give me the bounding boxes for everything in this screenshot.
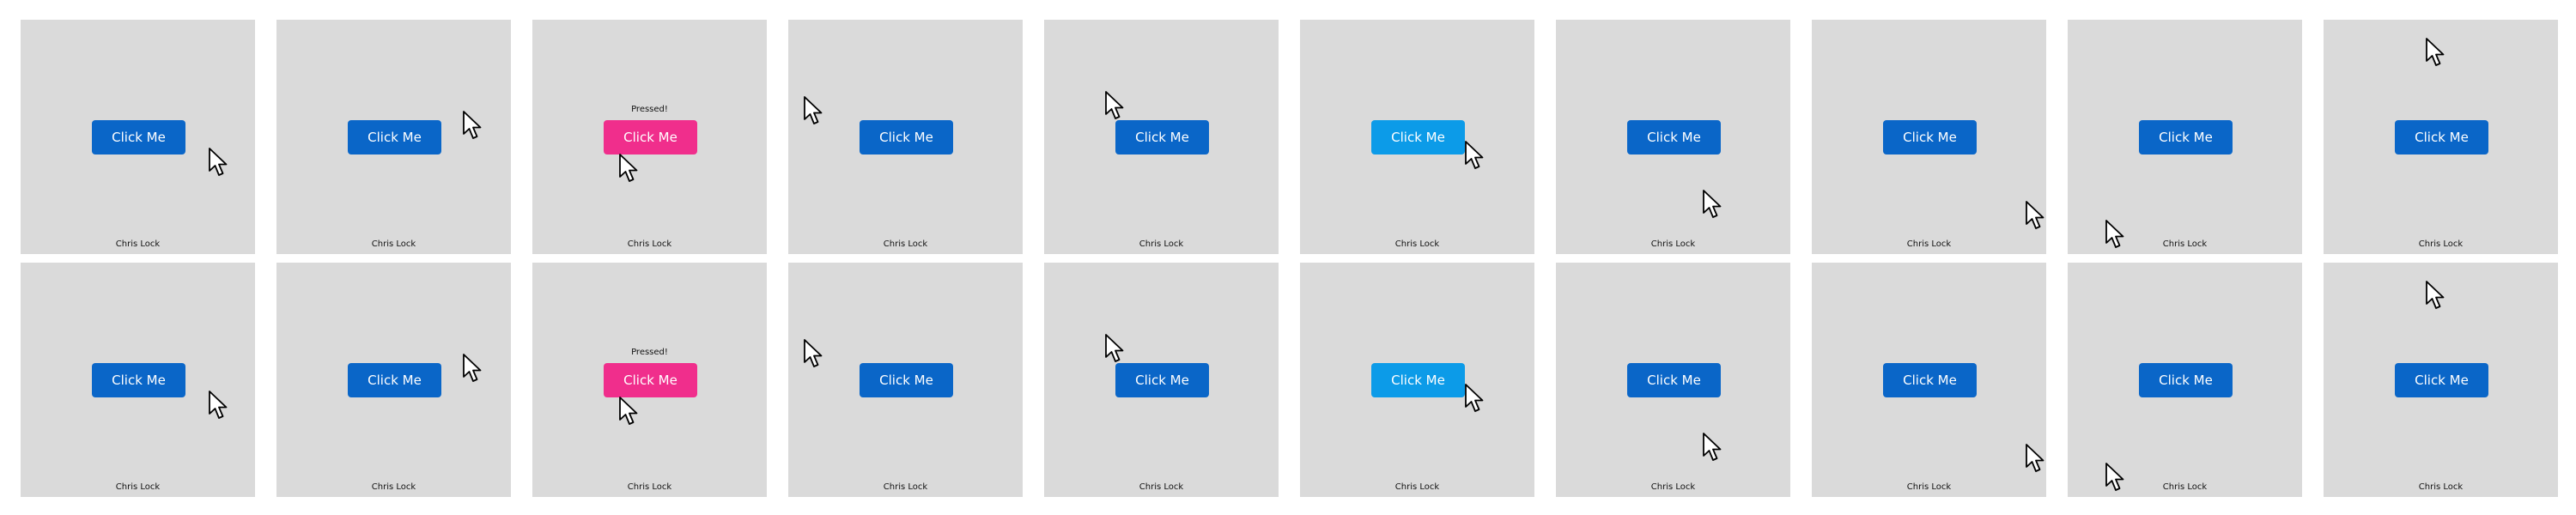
- author-credit: Chris Lock: [1394, 482, 1440, 492]
- click-me-button[interactable]: Click Me: [1883, 363, 1977, 397]
- arrow-pointer-icon: [803, 95, 823, 126]
- animation-frame: Click Me Chris Lock: [1044, 20, 1279, 254]
- arrow-pointer-icon: [208, 147, 228, 178]
- author-credit: Chris Lock: [1650, 482, 1696, 492]
- animation-frame: Click Me Chris Lock: [2068, 263, 2302, 497]
- arrow-pointer-icon: [2425, 37, 2445, 68]
- animation-frame: Click Me Chris Lock: [276, 263, 511, 497]
- click-me-button[interactable]: Click Me: [2139, 120, 2233, 154]
- animation-frame: Click Me Chris Lock: [1300, 263, 1534, 497]
- author-credit: Chris Lock: [2162, 482, 2208, 492]
- animation-frame: Click Me Chris Lock: [788, 20, 1023, 254]
- animation-frame: Click Me Chris Lock: [2324, 20, 2558, 254]
- click-me-button[interactable]: Click Me: [348, 363, 441, 397]
- arrow-pointer-icon: [618, 396, 639, 427]
- click-me-button[interactable]: Click Me: [860, 363, 953, 397]
- click-me-button[interactable]: Click Me: [1371, 363, 1465, 397]
- click-me-button[interactable]: Click Me: [92, 363, 185, 397]
- animation-frame: Pressed! Click Me Chris Lock: [532, 20, 767, 254]
- animation-frame: Click Me Chris Lock: [1812, 20, 2046, 254]
- author-credit: Chris Lock: [2418, 482, 2464, 492]
- click-me-button[interactable]: Click Me: [1115, 363, 1209, 397]
- author-credit: Chris Lock: [627, 239, 672, 249]
- click-me-button[interactable]: Click Me: [1883, 120, 1977, 154]
- arrow-pointer-icon: [2425, 280, 2445, 311]
- arrow-pointer-icon: [2025, 443, 2045, 474]
- click-me-button[interactable]: Click Me: [1371, 120, 1465, 154]
- arrow-pointer-icon: [462, 353, 483, 384]
- pressed-label: Pressed!: [631, 105, 668, 114]
- arrow-pointer-icon: [208, 390, 228, 421]
- animation-frame-sheet: Click Me Chris Lock Click Me Chris Lock Pres…: [0, 0, 2576, 515]
- arrow-pointer-icon: [1464, 140, 1485, 171]
- author-credit: Chris Lock: [371, 239, 416, 249]
- click-me-button[interactable]: Click Me: [1115, 120, 1209, 154]
- click-me-button[interactable]: Click Me: [2395, 363, 2488, 397]
- click-me-button[interactable]: Click Me: [2139, 363, 2233, 397]
- click-me-button[interactable]: Click Me: [92, 120, 185, 154]
- animation-frame: Click Me Chris Lock: [21, 20, 255, 254]
- frame-grid: Click Me Chris Lock Click Me Chris Lock Pres…: [21, 20, 2558, 497]
- author-credit: Chris Lock: [883, 239, 928, 249]
- arrow-pointer-icon: [618, 153, 639, 184]
- animation-frame: Click Me Chris Lock: [1556, 20, 1790, 254]
- author-credit: Chris Lock: [883, 482, 928, 492]
- click-me-button[interactable]: Click Me: [604, 120, 697, 154]
- author-credit: Chris Lock: [1139, 239, 1184, 249]
- author-credit: Chris Lock: [1906, 482, 1952, 492]
- animation-frame: Click Me Chris Lock: [788, 263, 1023, 497]
- animation-frame: Click Me Chris Lock: [1812, 263, 2046, 497]
- click-me-button[interactable]: Click Me: [860, 120, 953, 154]
- animation-frame: Click Me Chris Lock: [276, 20, 511, 254]
- author-credit: Chris Lock: [1906, 239, 1952, 249]
- click-me-button[interactable]: Click Me: [1627, 363, 1721, 397]
- animation-frame: Click Me Chris Lock: [21, 263, 255, 497]
- animation-frame: Click Me Chris Lock: [2068, 20, 2302, 254]
- animation-frame: Click Me Chris Lock: [1300, 20, 1534, 254]
- click-me-button[interactable]: Click Me: [1627, 120, 1721, 154]
- arrow-pointer-icon: [2025, 200, 2045, 231]
- author-credit: Chris Lock: [2162, 239, 2208, 249]
- arrow-pointer-icon: [1464, 383, 1485, 414]
- arrow-pointer-icon: [1104, 90, 1125, 121]
- animation-frame: Click Me Chris Lock: [2324, 263, 2558, 497]
- arrow-pointer-icon: [1702, 189, 1722, 220]
- author-credit: Chris Lock: [1650, 239, 1696, 249]
- author-credit: Chris Lock: [115, 239, 161, 249]
- click-me-button[interactable]: Click Me: [2395, 120, 2488, 154]
- author-credit: Chris Lock: [371, 482, 416, 492]
- arrow-pointer-icon: [1104, 333, 1125, 364]
- arrow-pointer-icon: [462, 110, 483, 141]
- animation-frame: Click Me Chris Lock: [1044, 263, 1279, 497]
- arrow-pointer-icon: [803, 338, 823, 369]
- click-me-button[interactable]: Click Me: [604, 363, 697, 397]
- pressed-label: Pressed!: [631, 348, 668, 357]
- arrow-pointer-icon: [1702, 432, 1722, 463]
- animation-frame: Pressed! Click Me Chris Lock: [532, 263, 767, 497]
- author-credit: Chris Lock: [1394, 239, 1440, 249]
- animation-frame: Click Me Chris Lock: [1556, 263, 1790, 497]
- author-credit: Chris Lock: [1139, 482, 1184, 492]
- click-me-button[interactable]: Click Me: [348, 120, 441, 154]
- author-credit: Chris Lock: [2418, 239, 2464, 249]
- author-credit: Chris Lock: [115, 482, 161, 492]
- author-credit: Chris Lock: [627, 482, 672, 492]
